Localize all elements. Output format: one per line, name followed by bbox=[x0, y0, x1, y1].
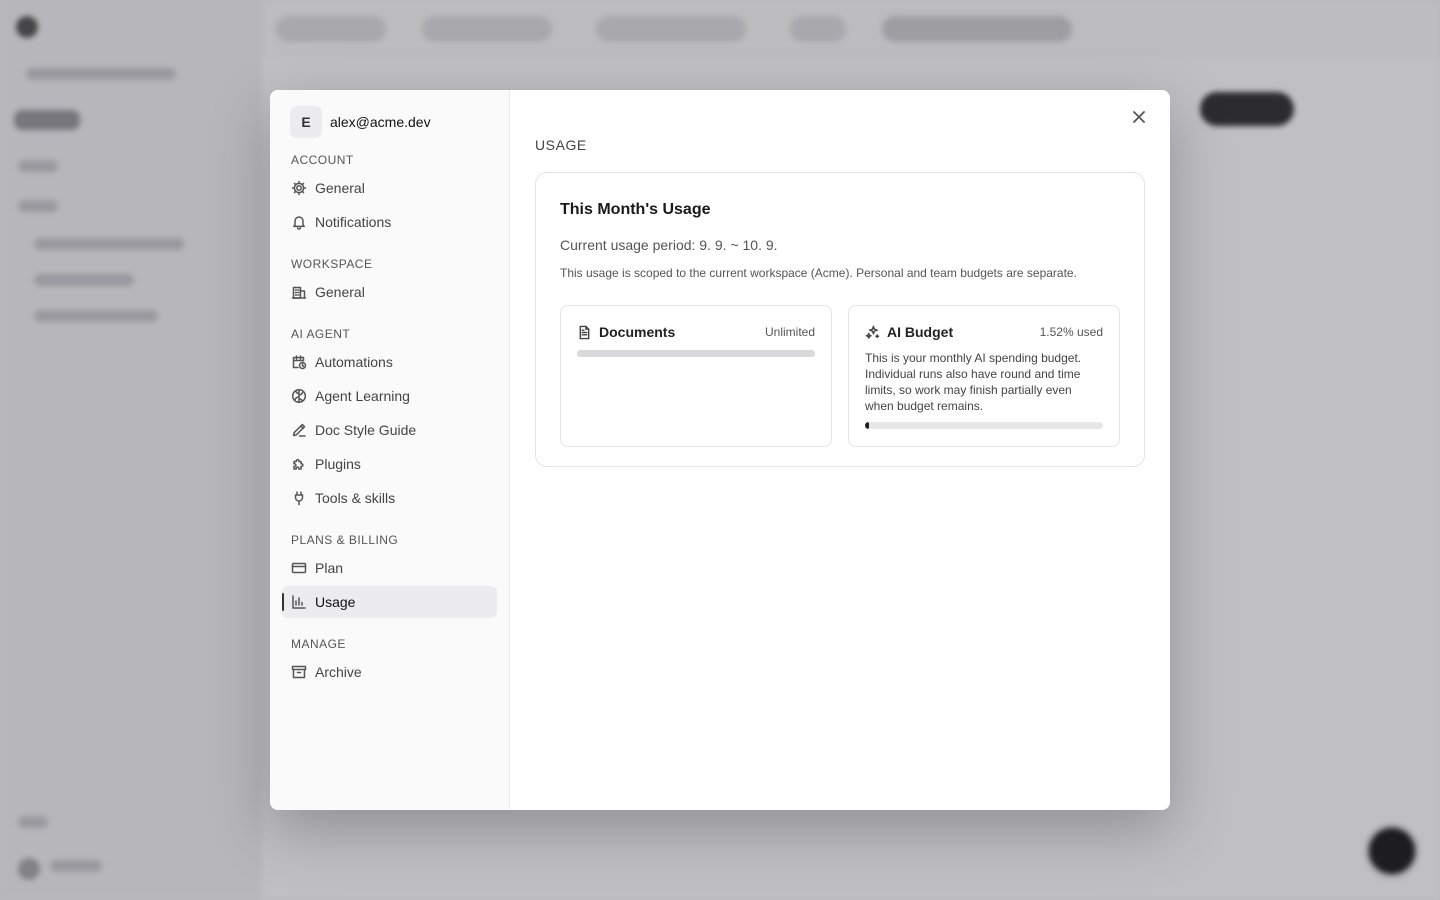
avatar: E bbox=[290, 106, 322, 138]
documents-card: Documents Unlimited bbox=[560, 305, 832, 447]
ai-budget-card-header: AI Budget 1.52% used bbox=[865, 324, 1103, 340]
nav-item-account-general[interactable]: General bbox=[282, 172, 497, 204]
ai-budget-progress-fill bbox=[865, 422, 869, 429]
page-title: USAGE bbox=[535, 137, 587, 153]
nav-section-workspace: WORKSPACE bbox=[291, 257, 373, 271]
nav-item-label: Archive bbox=[315, 664, 362, 680]
nav-item-label: Usage bbox=[315, 594, 356, 610]
nav-item-label: Notifications bbox=[315, 214, 392, 230]
usage-panel: USAGE This Month's Usage Current usage p… bbox=[510, 90, 1170, 810]
archive-icon bbox=[291, 665, 307, 679]
credit-card-icon bbox=[291, 562, 307, 574]
nav-section-account: ACCOUNT bbox=[291, 153, 354, 167]
ai-budget-card: AI Budget 1.52% used This is your monthl… bbox=[848, 305, 1120, 447]
close-icon bbox=[1133, 111, 1145, 123]
nav-item-agent-learning[interactable]: Agent Learning bbox=[282, 380, 497, 412]
building-icon bbox=[291, 286, 307, 299]
nav-item-plan[interactable]: Plan bbox=[282, 552, 497, 584]
nav-item-label: General bbox=[315, 284, 365, 300]
pen-icon bbox=[292, 423, 306, 437]
ai-budget-description: This is your monthly AI spending budget.… bbox=[865, 351, 1082, 413]
scope-note: This usage is scoped to the current work… bbox=[560, 266, 1077, 280]
nav-item-label: Plugins bbox=[315, 456, 361, 472]
document-icon bbox=[579, 325, 590, 339]
nav-item-label: Plan bbox=[315, 560, 344, 576]
nav-item-label: General bbox=[315, 180, 365, 196]
card-title: This Month's Usage bbox=[560, 201, 711, 218]
plug-icon bbox=[294, 491, 304, 506]
documents-card-header: Documents Unlimited bbox=[577, 324, 815, 340]
settings-modal: E alex@acme.dev ACCOUNT General Notifica… bbox=[270, 90, 1170, 810]
documents-progress-bar bbox=[577, 350, 815, 357]
documents-title-text: Documents bbox=[599, 324, 676, 340]
nav-section-manage: MANAGE bbox=[291, 637, 346, 651]
bell-icon bbox=[293, 216, 305, 230]
nav-section-ai-agent: AI AGENT bbox=[291, 327, 351, 341]
close-button[interactable] bbox=[1128, 106, 1150, 128]
bar-chart-icon bbox=[292, 595, 306, 609]
nav-item-label: Agent Learning bbox=[315, 388, 410, 404]
nav-item-notifications[interactable]: Notifications bbox=[282, 206, 497, 238]
documents-limit: Unlimited bbox=[764, 325, 815, 339]
sparkles-icon bbox=[865, 325, 880, 339]
monthly-usage-card: This Month's Usage Current usage period:… bbox=[535, 172, 1145, 467]
nav-item-plugins[interactable]: Plugins bbox=[282, 448, 497, 480]
gear-icon bbox=[291, 180, 307, 196]
ai-budget-used: 1.52% used bbox=[1039, 325, 1103, 339]
nav-section-plans-billing: PLANS & BILLING bbox=[291, 533, 399, 547]
ai-budget-title-text: AI Budget bbox=[887, 324, 954, 340]
account-row: E alex@acme.dev bbox=[282, 106, 497, 138]
nav-item-tools-skills[interactable]: Tools & skills bbox=[282, 482, 497, 514]
ai-budget-title: AI Budget bbox=[865, 324, 953, 340]
puzzle-icon bbox=[293, 458, 304, 470]
nav-item-archive[interactable]: Archive bbox=[282, 656, 497, 688]
calendar-clock-icon bbox=[292, 355, 307, 370]
nav-item-label: Doc Style Guide bbox=[315, 422, 417, 438]
documents-title: Documents bbox=[577, 324, 675, 340]
nav-item-usage[interactable]: Usage bbox=[282, 586, 497, 618]
nav-item-workspace-general[interactable]: General bbox=[282, 276, 497, 308]
brain-icon bbox=[291, 388, 307, 404]
account-email: alex@acme.dev bbox=[330, 114, 431, 130]
nav-item-doc-style-guide[interactable]: Doc Style Guide bbox=[282, 414, 497, 446]
usage-period: Current usage period: 9. 9. ~ 10. 9. bbox=[560, 237, 778, 253]
nav-item-label: Tools & skills bbox=[315, 490, 396, 506]
nav-item-label: Automations bbox=[315, 354, 393, 370]
nav-item-automations[interactable]: Automations bbox=[282, 346, 497, 378]
ai-budget-progress-bar bbox=[865, 422, 1103, 429]
usage-subcards: Documents Unlimited AI Budget 1.52% used bbox=[560, 305, 1120, 447]
settings-nav: E alex@acme.dev ACCOUNT General Notifica… bbox=[270, 90, 510, 810]
